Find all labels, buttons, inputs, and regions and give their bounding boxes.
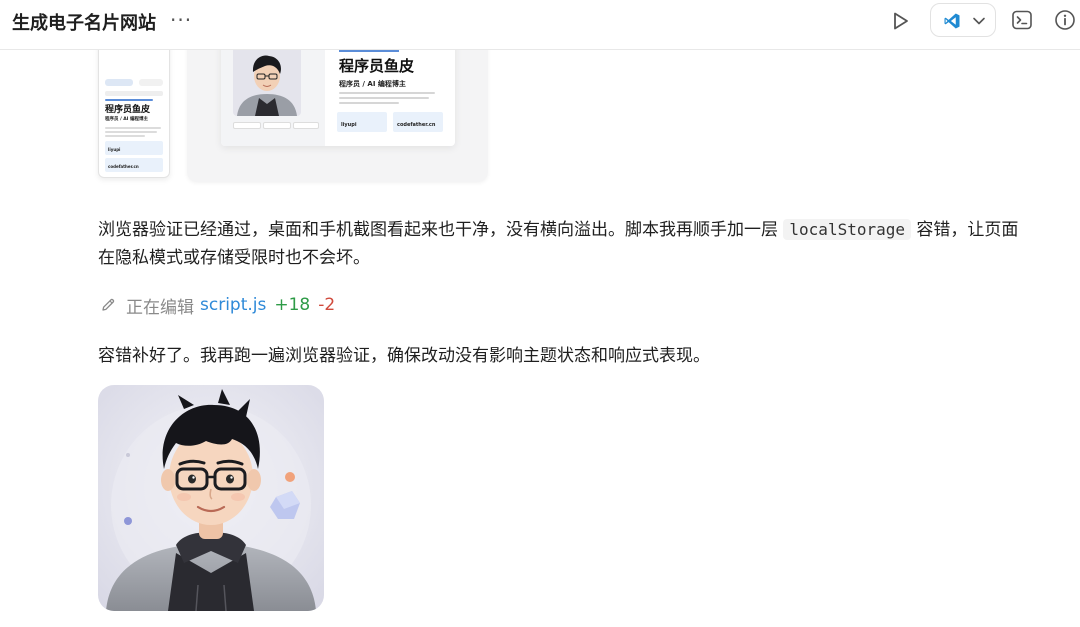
edit-status-label: 正在编辑 (126, 297, 194, 318)
assistant-message: 浏览器验证已经通过，桌面和手机截图看起来也干净，没有横向溢出。脚本我再顺手加一层… (98, 216, 1028, 272)
assistant-message: 容错补好了。我再跑一遍浏览器验证，确保改动没有影响主题状态和响应式表现。 (98, 346, 710, 366)
desktop-text-line (339, 97, 429, 99)
desktop-name: 程序员鱼皮 (339, 57, 415, 75)
screenshot-thumbnails: 程序员鱼皮 程序员 / AI 编程博主 liyupi codefather.cn (98, 30, 490, 182)
desktop-button (233, 122, 261, 129)
pencil-icon (102, 298, 115, 311)
conversation-title: 生成电子名片网站 (12, 13, 156, 34)
inline-code: localStorage (783, 219, 911, 240)
desktop-wechat-value: liyupi (341, 122, 357, 128)
open-in-editor-button[interactable] (930, 3, 996, 37)
mobile-tab (139, 79, 163, 86)
desktop-website-value: codefather.cn (397, 122, 436, 128)
mobile-text-line (105, 131, 157, 133)
mobile-wechat-value: liyupi (108, 147, 121, 152)
mobile-name: 程序员鱼皮 (105, 105, 151, 115)
desktop-avatar (233, 44, 301, 116)
file-edit-status[interactable]: 正在编辑 script.js +18 -2 (100, 292, 335, 318)
mobile-accent-line (105, 99, 153, 101)
vscode-icon (944, 13, 960, 29)
mobile-tab (105, 79, 133, 86)
message-text: 浏览器验证已经通过，桌面和手机截图看起来也干净，没有横向溢出。脚本我再顺手加一层 (98, 220, 784, 240)
lines-added: +18 (274, 295, 311, 315)
desktop-screenshot[interactable]: 程序员鱼皮 程序员 / AI 编程博主 liyupi codefather.cn (187, 30, 488, 182)
mobile-role: 程序员 / AI 编程博主 (105, 117, 148, 122)
info-icon[interactable] (1054, 9, 1076, 31)
desktop-text-line (339, 92, 435, 94)
mobile-website-value: codefather.cn (108, 164, 139, 169)
avatar-image[interactable] (98, 385, 324, 611)
terminal-icon[interactable] (1011, 9, 1033, 31)
mobile-website-box: codefather.cn (105, 158, 163, 172)
chevron-down-icon (973, 17, 985, 25)
mobile-bar (105, 91, 163, 96)
mobile-text-line (105, 127, 161, 129)
desktop-role: 程序员 / AI 编程博主 (339, 80, 406, 88)
mobile-text-line (105, 135, 145, 137)
desktop-website-box: codefather.cn (393, 112, 443, 132)
edited-file-link[interactable]: script.js (200, 295, 266, 315)
top-bar: 生成电子名片网站 ··· (0, 0, 1080, 50)
desktop-button (263, 122, 291, 129)
desktop-button (293, 122, 319, 129)
mobile-screenshot[interactable]: 程序员鱼皮 程序员 / AI 编程博主 liyupi codefather.cn (98, 30, 170, 178)
desktop-text-line (339, 102, 399, 104)
lines-removed: -2 (318, 295, 336, 315)
desktop-wechat-box: liyupi (337, 112, 387, 132)
mobile-wechat-box: liyupi (105, 141, 163, 155)
play-icon[interactable] (888, 9, 912, 33)
desktop-tagline (339, 50, 399, 52)
more-options-button[interactable]: ··· (170, 8, 192, 32)
